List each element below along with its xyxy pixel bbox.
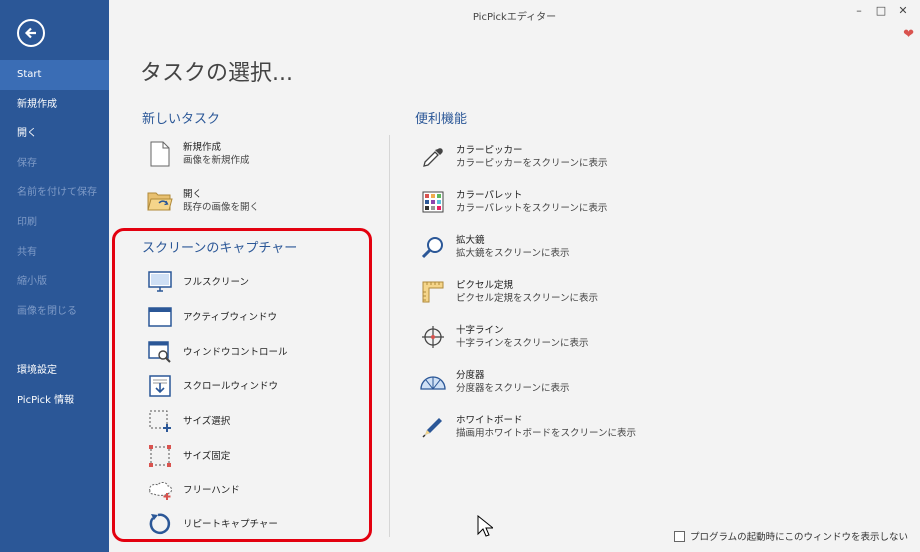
tool-color-picker[interactable]: カラーピッカー カラーピッカーをスクリーンに表示 — [420, 144, 608, 170]
repeat-icon — [147, 511, 173, 537]
window-title: PicPickエディター — [472, 12, 557, 23]
capture-window-control[interactable]: ウィンドウコントロール — [147, 339, 288, 365]
capture-label: フリーハンド — [183, 484, 240, 496]
tool-title: ピクセル定規 — [456, 280, 514, 291]
sidebar-nav: Start 新規作成 開く 保存 名前を付けて保存 印刷 共有 縮小版 画像を閉… — [0, 60, 109, 416]
capture-scroll-window[interactable]: スクロールウィンドウ — [147, 373, 278, 399]
tools-heading: 便利機能 — [415, 112, 468, 127]
capture-label: スクロールウィンドウ — [183, 380, 279, 392]
palette-grid-icon — [420, 189, 446, 215]
sidebar-item-about[interactable]: PicPick 情報 — [0, 386, 109, 416]
tool-desc: 分度器をスクリーンに表示 — [456, 383, 570, 394]
startup-option[interactable]: プログラムの起動時にこのウィンドウを表示しない — [673, 529, 908, 543]
window-control-icon — [147, 339, 173, 365]
window-icon — [147, 304, 173, 330]
startup-checkbox-label: プログラムの起動時にこのウィンドウを表示しない — [689, 532, 908, 543]
main-panel: PicPickエディター – □ ✕ ❤ タスクの選択... 新しいタスク 新規… — [109, 0, 920, 552]
tool-desc: カラーピッカーをスクリーンに表示 — [456, 158, 608, 169]
freehand-icon — [147, 477, 173, 503]
tool-desc: 描画用ホワイトボードをスクリーンに表示 — [456, 428, 637, 439]
capture-label: サイズ選択 — [183, 415, 231, 427]
capture-fixed-region[interactable]: サイズ固定 — [147, 443, 230, 469]
sidebar-item-print[interactable]: 印刷 — [0, 208, 109, 238]
capture-active-window[interactable]: アクティブウィンドウ — [147, 304, 277, 330]
sidebar-item-close-image[interactable]: 画像を閉じる — [0, 297, 109, 327]
task-desc: 画像を新規作成 — [183, 155, 250, 166]
ruler-icon — [420, 279, 446, 305]
page-title: タスクの選択... — [140, 61, 293, 86]
region-select-icon — [147, 408, 173, 434]
arrow-left-icon — [24, 27, 36, 39]
tool-title: カラーピッカー — [456, 145, 523, 156]
sidebar-item-share[interactable]: 共有 — [0, 238, 109, 268]
magnifier-icon — [420, 234, 446, 260]
sidebar-item-settings[interactable]: 環境設定 — [0, 356, 109, 386]
heart-icon[interactable]: ❤ — [903, 27, 914, 42]
sidebar-item-start[interactable]: Start — [0, 60, 109, 90]
fixed-region-icon — [147, 443, 173, 469]
tool-title: 拡大鏡 — [456, 235, 485, 246]
capture-label: リピートキャプチャー — [183, 518, 278, 530]
protractor-icon — [420, 369, 446, 395]
sidebar-item-thumbnail[interactable]: 縮小版 — [0, 267, 109, 297]
mouse-cursor-icon — [477, 514, 495, 543]
tool-desc: 拡大鏡をスクリーンに表示 — [456, 248, 570, 259]
tool-pixel-ruler[interactable]: ピクセル定規 ピクセル定規をスクリーンに表示 — [420, 279, 598, 305]
capture-repeat[interactable]: リピートキャプチャー — [147, 511, 278, 537]
tool-desc: 十字ラインをスクリーンに表示 — [456, 338, 589, 349]
minimize-button[interactable]: – — [852, 4, 866, 17]
column-divider — [389, 135, 390, 537]
task-title: 開く — [183, 189, 203, 200]
capture-label: ウィンドウコントロール — [183, 346, 288, 358]
tool-crosshair[interactable]: 十字ライン 十字ラインをスクリーンに表示 — [420, 324, 589, 350]
open-file-task[interactable]: 開く 既存の画像を開く — [147, 188, 259, 214]
tool-desc: カラーパレットをスクリーンに表示 — [456, 203, 608, 214]
new-file-task[interactable]: 新規作成 画像を新規作成 — [147, 141, 250, 167]
tool-protractor[interactable]: 分度器 分度器をスクリーンに表示 — [420, 369, 570, 395]
tool-magnifier[interactable]: 拡大鏡 拡大鏡をスクリーンに表示 — [420, 234, 570, 260]
tool-title: 分度器 — [456, 370, 485, 381]
scroll-window-icon — [147, 373, 173, 399]
tool-title: 十字ライン — [456, 325, 504, 336]
sidebar-item-save[interactable]: 保存 — [0, 149, 109, 179]
pen-icon — [420, 414, 446, 440]
task-desc: 既存の画像を開く — [183, 202, 260, 213]
maximize-button[interactable]: □ — [874, 4, 888, 17]
eyedropper-icon — [420, 144, 446, 170]
new-file-icon — [147, 141, 173, 167]
sidebar-item-open[interactable]: 開く — [0, 119, 109, 149]
sidebar-item-new[interactable]: 新規作成 — [0, 90, 109, 120]
open-folder-icon — [147, 188, 173, 214]
crosshair-icon — [420, 324, 446, 350]
capture-label: サイズ固定 — [183, 450, 231, 462]
capture-freehand[interactable]: フリーハンド — [147, 477, 240, 503]
back-button[interactable] — [17, 19, 45, 47]
sidebar-item-save-as[interactable]: 名前を付けて保存 — [0, 178, 109, 208]
startup-checkbox[interactable] — [673, 530, 685, 542]
tool-color-palette[interactable]: カラーパレット カラーパレットをスクリーンに表示 — [420, 189, 607, 215]
tool-desc: ピクセル定規をスクリーンに表示 — [456, 293, 599, 304]
new-task-heading: 新しいタスク — [142, 112, 221, 127]
tool-whiteboard[interactable]: ホワイトボード 描画用ホワイトボードをスクリーンに表示 — [420, 414, 636, 440]
capture-label: アクティブウィンドウ — [183, 311, 277, 323]
tool-title: カラーパレット — [456, 190, 523, 201]
tool-title: ホワイトボード — [456, 415, 523, 426]
capture-label: フルスクリーン — [183, 276, 250, 288]
task-title: 新規作成 — [183, 142, 222, 153]
sidebar: Start 新規作成 開く 保存 名前を付けて保存 印刷 共有 縮小版 画像を閉… — [0, 0, 109, 552]
monitor-icon — [147, 269, 173, 295]
close-button[interactable]: ✕ — [896, 4, 910, 17]
capture-fullscreen[interactable]: フルスクリーン — [147, 269, 249, 295]
capture-heading: スクリーンのキャプチャー — [142, 241, 298, 256]
capture-region-select[interactable]: サイズ選択 — [147, 408, 230, 434]
